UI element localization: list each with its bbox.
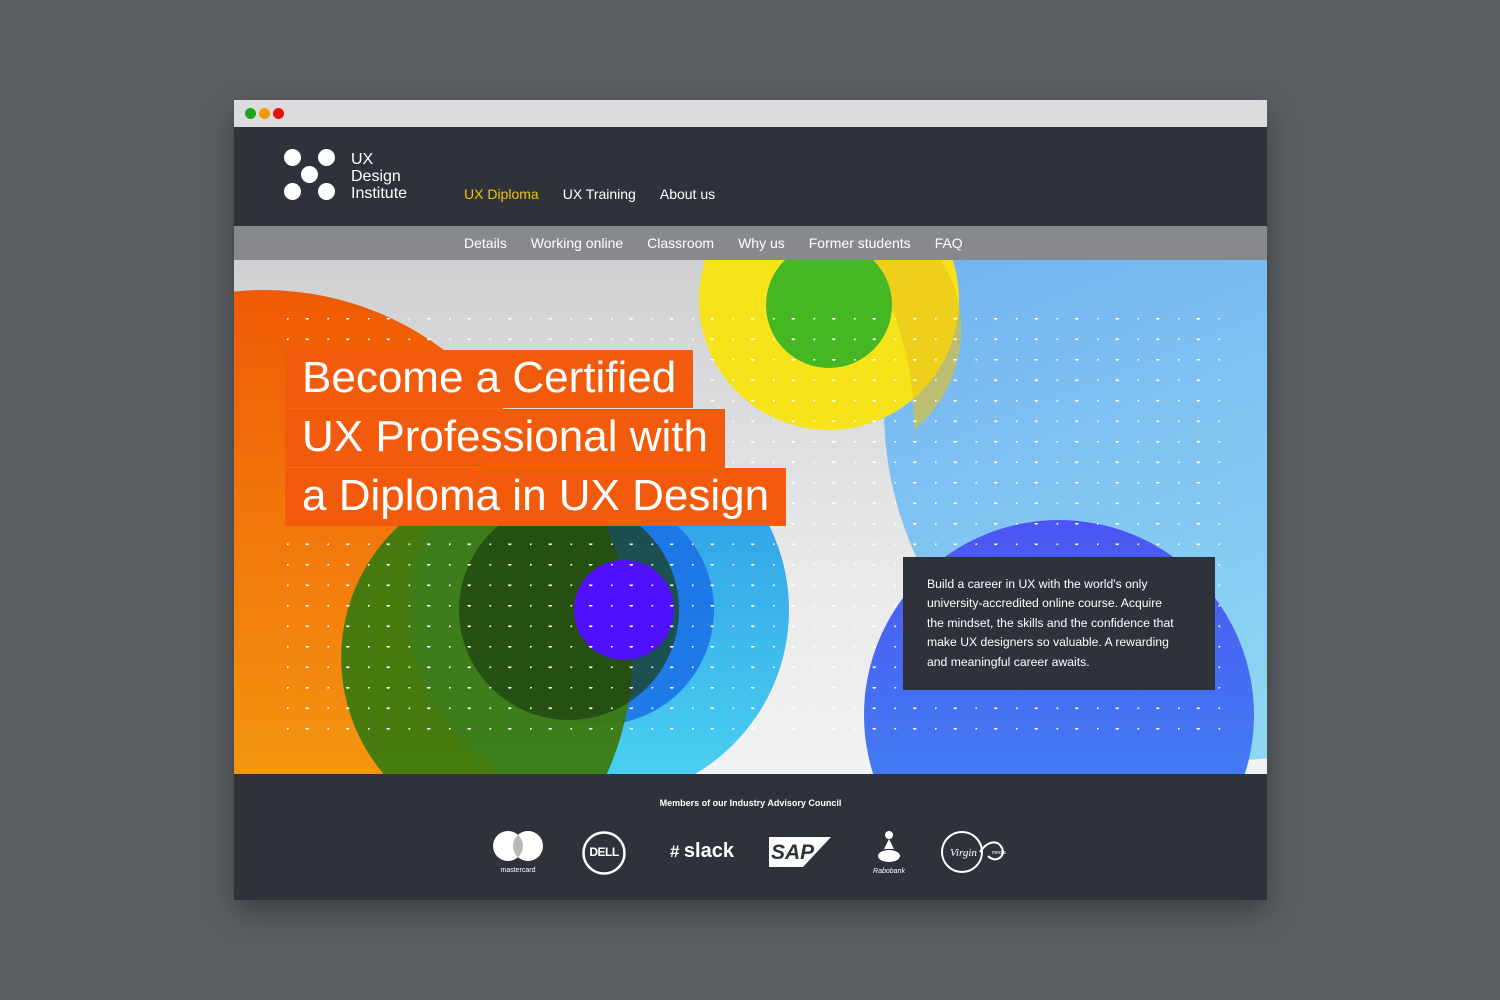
dell-label: DELL [589,845,619,859]
slack-logo: # slack [662,840,742,863]
headline-line-3: a Diploma in UX Design [285,468,787,526]
partner-logos: mastercard DELL # slack SAP Rabobank Vir… [484,824,1024,884]
virgin-media-logo: Virgin media [940,830,1010,874]
dell-logo: DELL [581,830,627,876]
virgin-media-icon: Virgin media [941,831,1006,873]
rabobank-label: Rabobank [873,868,905,875]
hero-intro-box: Build a career in UX with the world's on… [903,557,1215,690]
site-header: UX Design Institute UX Diploma UX Traini… [234,127,1267,226]
mastercard-label: mastercard [500,867,536,874]
subnav-working-online[interactable]: Working online [531,235,623,251]
intro-line: Build a career in UX with the world's on… [927,577,1148,591]
sap-label: SAP [771,841,815,864]
rabobank-logo: Rabobank [859,829,919,875]
headline-line-1: Become a Certified [285,350,694,408]
sap-logo: SAP [769,837,831,867]
partners-title: Members of our Industry Advisory Council [659,798,842,808]
nav-ux-training[interactable]: UX Training [563,186,636,202]
subnav-faq[interactable]: FAQ [935,235,963,251]
sub-nav: Details Working online Classroom Why us … [234,226,1267,260]
intro-line: the mindset, the skills and the confiden… [927,615,1174,630]
rabobank-emblem-icon [878,831,900,862]
mastercard-logo: mastercard [490,830,546,874]
logo-icon[interactable] [284,149,338,203]
close-button[interactable] [273,108,284,119]
hero-section: Become a Certified UX Professional with … [234,260,1267,774]
minimize-button[interactable] [259,108,270,119]
logo-line: Design [351,168,401,185]
nav-ux-diploma[interactable]: UX Diploma [464,186,539,202]
partners-footer: Members of our Industry Advisory Council… [234,774,1267,900]
subnav-former-students[interactable]: Former students [809,235,911,251]
intro-line: university-accredited online course. Acq… [927,596,1163,611]
logo-wordmark[interactable]: UX Design Institute [351,151,407,202]
svg-text:Virgin: Virgin [950,847,977,859]
headline-line-2: UX Professional with [285,409,725,467]
nav-about-us[interactable]: About us [660,186,715,202]
intro-line: and meaningful career awaits. [927,654,1090,669]
subnav-why-us[interactable]: Why us [738,235,785,251]
hero-headline: Become a Certified UX Professional with … [285,350,787,527]
browser-window: UX Design Institute UX Diploma UX Traini… [234,100,1267,900]
slack-hash-icon: # [670,842,680,861]
maximize-button[interactable] [245,108,256,119]
intro-line: make UX designers so valuable. A rewardi… [927,635,1169,650]
subnav-details[interactable]: Details [464,235,507,251]
slack-label: slack [683,840,734,862]
logo-line: UX [351,151,374,168]
subnav-classroom[interactable]: Classroom [647,235,714,251]
logo-line: Institute [351,185,408,202]
browser-titlebar [234,100,1267,127]
main-nav: UX Diploma UX Training About us [464,186,739,202]
svg-text:media: media [992,850,1006,856]
